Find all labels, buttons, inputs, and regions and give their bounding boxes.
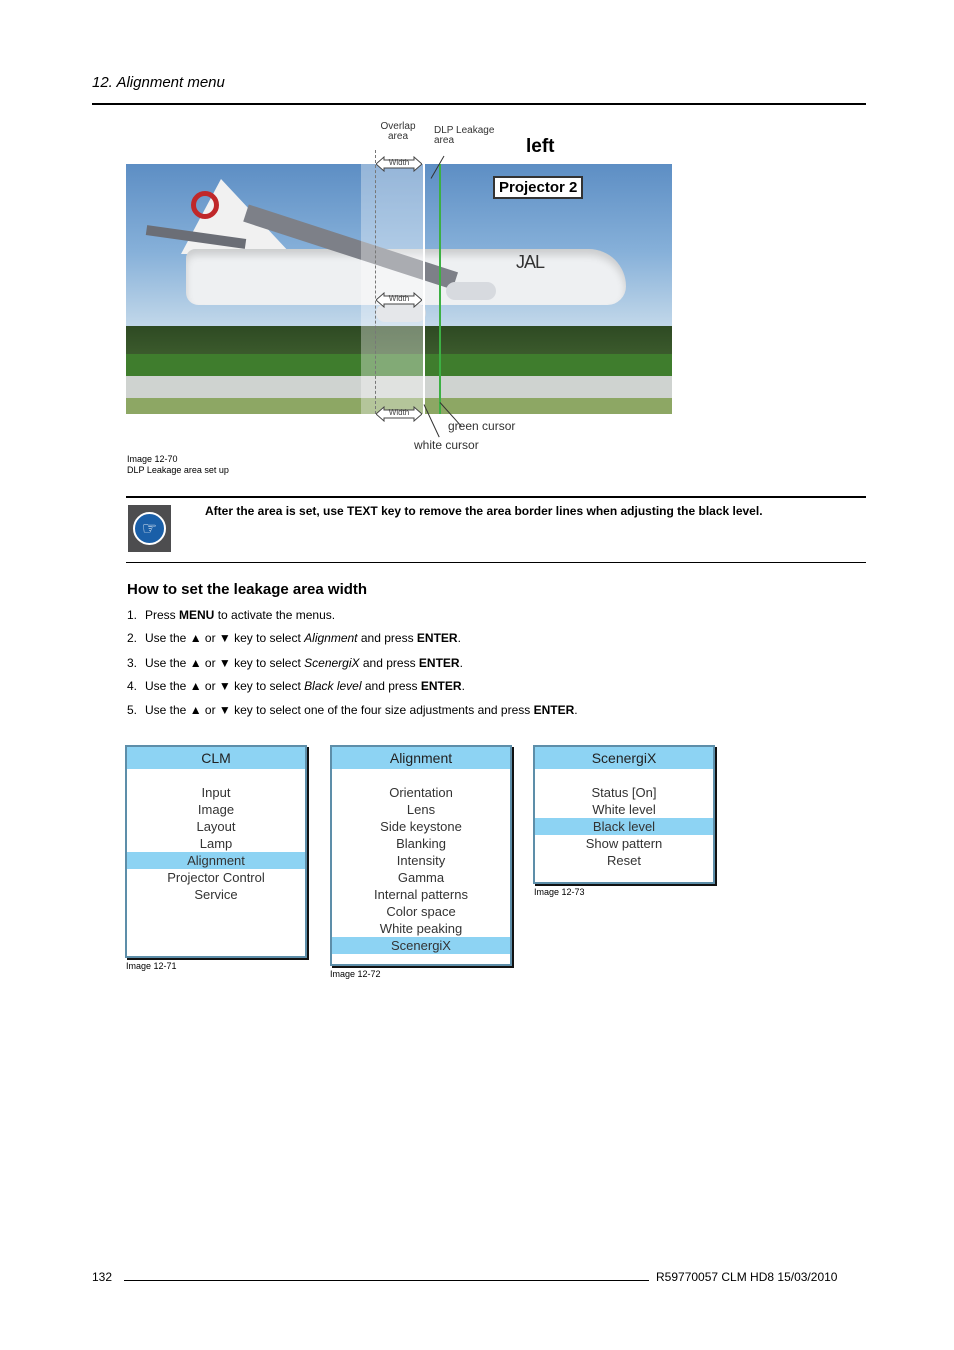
overlap-area-label: Overlap area (380, 121, 416, 142)
step-text: Use the ▲ or ▼ key to select one of the … (145, 703, 534, 717)
menu-item[interactable]: Input (127, 784, 305, 801)
procedure-step: 1. Press MENU to activate the menus. (127, 608, 335, 622)
menu-item[interactable]: Layout (127, 818, 305, 835)
menu-item[interactable]: Projector Control (127, 869, 305, 886)
engine (446, 282, 496, 300)
menu-item[interactable]: Intensity (332, 852, 510, 869)
menu-clm: CLM Input Image Layout Lamp Alignment Project… (125, 745, 307, 958)
step-text: . (459, 656, 463, 670)
step-number: 3. (127, 656, 138, 670)
key-name: ENTER (418, 656, 460, 670)
menu-item[interactable]: Show pattern (535, 835, 713, 852)
section-heading: How to set the leakage area width (127, 581, 368, 598)
width-arrow-label: Width (388, 158, 410, 167)
step-text: Press (145, 608, 180, 622)
step-text: to activate the menus. (214, 608, 336, 622)
menu-scenergix: ScenergiX Status [On] White level Black le… (533, 745, 715, 884)
menu-alignment: Alignment Orientation Lens Side keystone Bl… (330, 745, 512, 966)
menu-item[interactable]: Image (127, 801, 305, 818)
jal-text: JAL (516, 252, 545, 272)
menu-item[interactable]: White level (535, 801, 713, 818)
step-text: Use the ▲ or ▼ key to select (145, 679, 305, 693)
menu-title: CLM (127, 747, 305, 769)
overlap-boundary-line (375, 150, 376, 414)
menu-item[interactable]: ScenergiX (332, 937, 510, 954)
key-name: ENTER (533, 703, 575, 717)
figure-caption: Image 12-70 DLP Leakage area set up (127, 454, 229, 476)
width-arrow-label: Width (388, 294, 410, 303)
side-label: left (526, 136, 555, 157)
menu-reference: Alignment (304, 631, 358, 645)
step-text: and press (359, 656, 419, 670)
note-text: After the area is set, use TEXT key to r… (205, 504, 763, 518)
header-rule (92, 103, 866, 105)
white-cursor-line (423, 150, 425, 414)
figure-number: Image 12-70 (127, 454, 178, 464)
menu-item[interactable]: Lamp (127, 835, 305, 852)
overlap-zone (361, 164, 423, 414)
width-arrow-middle: Width (375, 291, 423, 309)
procedure-step: 2. Use the ▲ or ▼ key to select Alignment… (127, 631, 461, 645)
footer-rule (124, 1280, 649, 1281)
width-arrow-top: Width (375, 155, 423, 173)
step-text: Use the ▲ or ▼ key to select (145, 631, 305, 645)
step-text: and press (357, 631, 417, 645)
width-arrow-label: Width (388, 408, 410, 417)
key-name: MENU (179, 608, 215, 622)
menu-reference: Black level (304, 679, 362, 693)
procedure-step: 5. Use the ▲ or ▼ key to select one of th… (127, 703, 578, 717)
menu-item[interactable]: Orientation (332, 784, 510, 801)
chapter-title: 12. Alignment menu (92, 74, 225, 91)
step-text: . (574, 703, 578, 717)
menu-item[interactable]: Alignment (127, 852, 305, 869)
menu-caption: Image 12-72 (330, 969, 381, 979)
note-rule-bottom (126, 562, 866, 563)
menu-item[interactable]: Blanking (332, 835, 510, 852)
menu-title: Alignment (332, 747, 510, 769)
menu-item[interactable]: Service (127, 886, 305, 903)
step-number: 4. (127, 679, 138, 693)
menu-item[interactable]: Reset (535, 852, 713, 869)
menu-item[interactable]: Status [On] (535, 784, 713, 801)
crane-logo-icon (191, 191, 219, 219)
menu-items: Orientation Lens Side keystone Blanking Inte… (332, 784, 510, 954)
white-cursor-label: white cursor (414, 438, 479, 452)
menu-caption: Image 12-73 (534, 887, 585, 897)
menu-title: ScenergiX (535, 747, 713, 769)
menu-item[interactable]: Side keystone (332, 818, 510, 835)
menu-items: Status [On] White level Black level Show pa… (535, 784, 713, 869)
pointing-hand-icon: ☞ (128, 505, 171, 552)
menu-item[interactable]: Gamma (332, 869, 510, 886)
document-info: R59770057 CLM HD8 15/03/2010 (656, 1270, 838, 1284)
dlp-leakage-figure: JAL Overlap area DLP Leakage area left P… (126, 118, 674, 454)
airplane-photo: JAL (126, 164, 672, 414)
menu-caption: Image 12-71 (126, 961, 177, 971)
step-number: 1. (127, 608, 138, 622)
key-name: ENTER (416, 631, 458, 645)
step-text: . (457, 631, 461, 645)
step-text: and press (361, 679, 421, 693)
procedure-step: 4. Use the ▲ or ▼ key to select Black lev… (127, 679, 465, 693)
step-number: 2. (127, 631, 138, 645)
step-text: Use the ▲ or ▼ key to select (145, 656, 305, 670)
width-arrow-bottom: Width (375, 405, 423, 423)
dlp-leakage-area-label: DLP Leakage area (434, 125, 495, 146)
menu-item[interactable]: Color space (332, 903, 510, 920)
menu-items: Input Image Layout Lamp Alignment Projector C… (127, 784, 305, 903)
figure-title: DLP Leakage area set up (127, 465, 229, 475)
menu-item[interactable]: Internal patterns (332, 886, 510, 903)
menu-item[interactable]: Lens (332, 801, 510, 818)
green-cursor-line (439, 164, 441, 414)
step-text: . (461, 679, 465, 693)
projector-label: Projector 2 (493, 176, 584, 199)
key-name: ENTER (420, 679, 462, 693)
page-number: 132 (92, 1270, 113, 1284)
step-number: 5. (127, 703, 138, 717)
menu-item[interactable]: White peaking (332, 920, 510, 937)
menu-item[interactable]: Black level (535, 818, 713, 835)
note-rule-top (126, 496, 866, 498)
green-cursor-label: green cursor (448, 419, 516, 433)
menu-reference: ScenergiX (304, 656, 360, 670)
procedure-step: 3. Use the ▲ or ▼ key to select ScenergiX… (127, 656, 463, 670)
